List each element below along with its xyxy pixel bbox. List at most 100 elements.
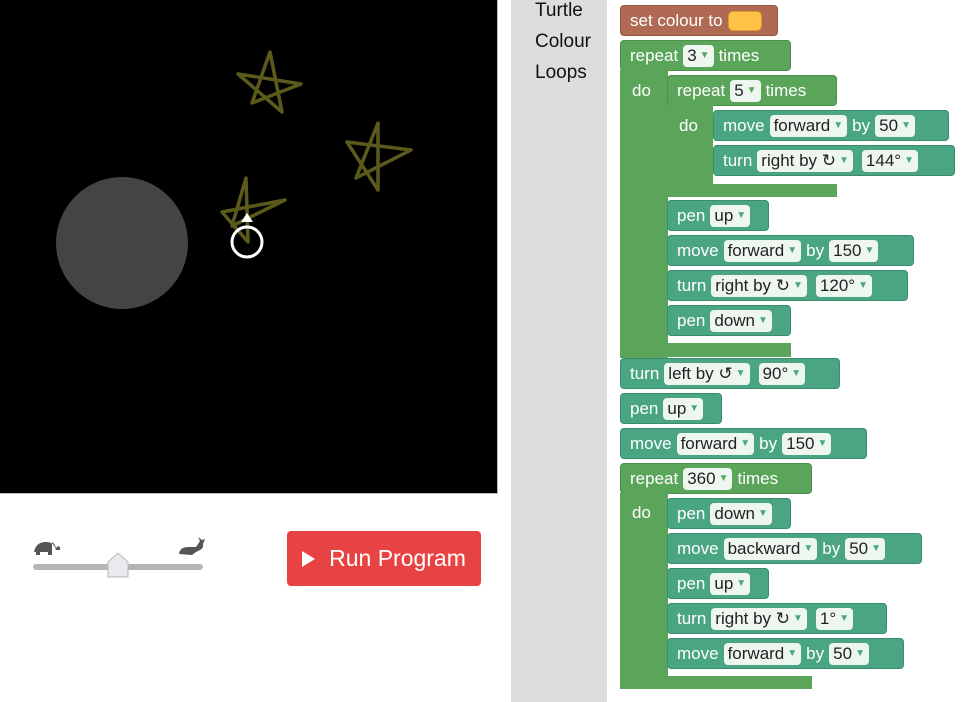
chevron-down-icon: ▼ bbox=[839, 613, 850, 624]
chevron-down-icon: ▼ bbox=[904, 155, 914, 166]
pen-block[interactable]: pen down ▼ bbox=[667, 305, 791, 336]
angle-dropdown[interactable]: 120° ▼ bbox=[815, 274, 872, 297]
pen-state-dropdown[interactable]: up ▼ bbox=[663, 397, 704, 420]
turn-block[interactable]: turn right by ↻ ▼ 1° ▼ bbox=[667, 603, 887, 634]
angle-value: 120° bbox=[819, 275, 856, 295]
direction-dropdown[interactable]: forward ▼ bbox=[723, 642, 802, 665]
move-block[interactable]: move forward ▼ by 150 ▼ bbox=[620, 428, 867, 459]
chevron-down-icon: ▼ bbox=[758, 508, 768, 519]
move-block[interactable]: move forward ▼ by 50 ▼ bbox=[667, 638, 904, 669]
chevron-down-icon: ▼ bbox=[871, 543, 882, 554]
play-icon bbox=[302, 550, 316, 567]
angle-value: 1° bbox=[819, 608, 837, 628]
pen-block[interactable]: pen down ▼ bbox=[667, 498, 791, 529]
turn-direction-value: right by ↻ bbox=[761, 150, 837, 170]
rabbit-fast-icon bbox=[179, 537, 205, 555]
pen-state-value: up bbox=[714, 205, 734, 225]
repeat-count-value: 360 bbox=[687, 468, 716, 488]
pen-state-dropdown[interactable]: up ▼ bbox=[710, 572, 751, 595]
move-block[interactable]: move forward ▼ by 150 ▼ bbox=[667, 235, 914, 266]
turn-block[interactable]: turn right by ↻ ▼ 120° ▼ bbox=[667, 270, 908, 301]
direction-dropdown[interactable]: backward ▼ bbox=[723, 537, 818, 560]
toolbox-category-colour[interactable]: Colour bbox=[535, 31, 591, 53]
toolbox-category-turtle[interactable]: Turtle bbox=[535, 0, 583, 22]
pen-state-dropdown[interactable]: up ▼ bbox=[710, 204, 751, 227]
pen-block[interactable]: pen up ▼ bbox=[667, 568, 769, 599]
move-label: move bbox=[723, 115, 765, 135]
turn-direction-dropdown[interactable]: right by ↻ ▼ bbox=[757, 149, 853, 172]
chevron-down-icon: ▼ bbox=[817, 438, 828, 449]
amount-dropdown[interactable]: 50 ▼ bbox=[845, 537, 886, 560]
direction-dropdown[interactable]: forward ▼ bbox=[676, 432, 755, 455]
pen-state-value: down bbox=[714, 310, 756, 330]
pen-state-dropdown[interactable]: down ▼ bbox=[710, 502, 772, 525]
by-label: by bbox=[759, 433, 778, 453]
pen-state-value: down bbox=[714, 503, 756, 523]
amount-dropdown[interactable]: 50 ▼ bbox=[829, 642, 869, 665]
repeat-360-block[interactable]: repeat 360 ▼ times bbox=[620, 463, 812, 494]
repeat-label: repeat bbox=[630, 45, 679, 65]
amount-value: 50 bbox=[879, 115, 899, 135]
turn-direction-dropdown[interactable]: right by ↻ ▼ bbox=[711, 607, 807, 630]
pen-label: pen bbox=[630, 398, 659, 418]
move-label: move bbox=[677, 240, 719, 260]
repeat-inner-footer bbox=[667, 184, 837, 197]
angle-dropdown[interactable]: 1° ▼ bbox=[815, 607, 854, 630]
turn-direction-value: right by ↻ bbox=[715, 608, 791, 628]
direction-dropdown[interactable]: forward ▼ bbox=[723, 239, 802, 262]
by-label: by bbox=[806, 643, 825, 663]
angle-dropdown[interactable]: 144° ▼ bbox=[861, 149, 918, 172]
turn-block[interactable]: turn left by ↺ ▼ 90° ▼ bbox=[620, 358, 840, 389]
angle-dropdown[interactable]: 90° ▼ bbox=[758, 362, 806, 385]
amount-dropdown[interactable]: 150 ▼ bbox=[782, 432, 832, 455]
move-label: move bbox=[630, 433, 672, 453]
amount-value: 50 bbox=[833, 643, 853, 663]
move-label: move bbox=[677, 538, 719, 558]
turn-block[interactable]: turn right by ↻ ▼ 144° ▼ bbox=[713, 145, 955, 176]
amount-dropdown[interactable]: 150 ▼ bbox=[829, 239, 879, 262]
move-block[interactable]: move forward ▼ by 50 ▼ bbox=[713, 110, 949, 141]
amount-value: 150 bbox=[833, 240, 862, 260]
angle-value: 144° bbox=[865, 150, 902, 170]
pen-label: pen bbox=[677, 310, 706, 330]
repeat-outer-block[interactable]: repeat 3 ▼ times bbox=[620, 40, 791, 71]
run-program-button[interactable]: Run Program bbox=[287, 531, 481, 586]
turn-direction-dropdown[interactable]: right by ↻ ▼ bbox=[711, 274, 807, 297]
pen-state-dropdown[interactable]: down ▼ bbox=[710, 309, 772, 332]
repeat-outer-footer bbox=[620, 343, 791, 357]
set-colour-label: set colour to bbox=[630, 10, 723, 30]
colour-swatch[interactable] bbox=[727, 10, 762, 31]
star-drawing-2 bbox=[345, 121, 413, 192]
pen-label: pen bbox=[677, 503, 706, 523]
repeat-count-dropdown[interactable]: 5 ▼ bbox=[730, 79, 761, 102]
chevron-down-icon: ▼ bbox=[833, 120, 844, 131]
chevron-down-icon: ▼ bbox=[758, 315, 768, 326]
direction-dropdown[interactable]: forward ▼ bbox=[769, 114, 848, 137]
turn-direction-dropdown[interactable]: left by ↺ ▼ bbox=[664, 362, 750, 385]
pen-label: pen bbox=[677, 573, 706, 593]
run-program-label: Run Program bbox=[329, 545, 466, 571]
chevron-down-icon: ▼ bbox=[735, 368, 746, 379]
chevron-down-icon: ▼ bbox=[689, 403, 700, 414]
chevron-down-icon: ▼ bbox=[740, 438, 751, 449]
amount-dropdown[interactable]: 50 ▼ bbox=[875, 114, 915, 137]
turtle-slow-icon bbox=[34, 542, 61, 555]
repeat-count-dropdown[interactable]: 3 ▼ bbox=[683, 44, 714, 67]
angle-value: 90° bbox=[762, 363, 789, 383]
toolbox-category-loops[interactable]: Loops bbox=[535, 62, 587, 84]
by-label: by bbox=[806, 240, 825, 260]
chevron-down-icon: ▼ bbox=[791, 368, 802, 379]
chevron-down-icon: ▼ bbox=[736, 578, 747, 589]
pen-block[interactable]: pen up ▼ bbox=[667, 200, 769, 231]
repeat-inner-block[interactable]: repeat 5 ▼ times bbox=[667, 75, 837, 106]
set-colour-block[interactable]: set colour to bbox=[620, 5, 778, 36]
turn-label: turn bbox=[677, 608, 707, 628]
direction-value: forward bbox=[727, 240, 785, 260]
pen-block[interactable]: pen up ▼ bbox=[620, 393, 722, 424]
move-label: move bbox=[677, 643, 719, 663]
repeat-count-dropdown[interactable]: 360 ▼ bbox=[683, 467, 733, 490]
block-workspace[interactable]: set colour to repeat 3 ▼ times do repeat … bbox=[607, 0, 965, 702]
slider-thumb[interactable] bbox=[107, 552, 129, 578]
speed-slider[interactable] bbox=[30, 536, 206, 578]
move-block[interactable]: move backward ▼ by 50 ▼ bbox=[667, 533, 922, 564]
